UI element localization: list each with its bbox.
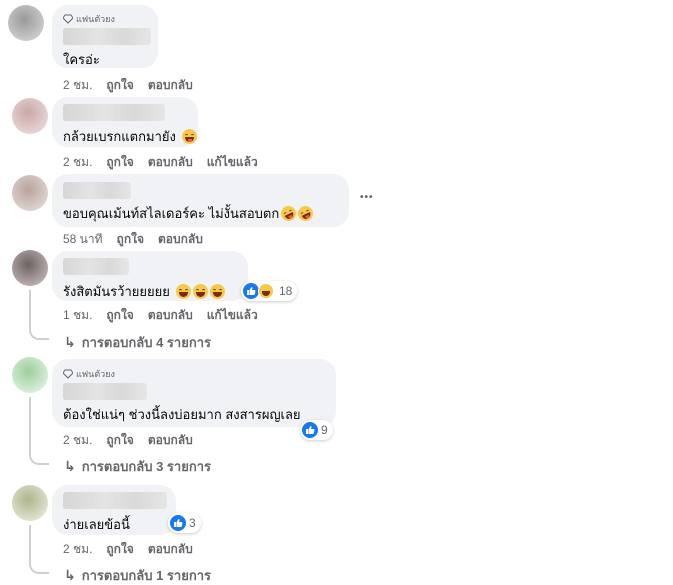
reply-button[interactable]: ตอบกลับ bbox=[148, 431, 193, 450]
thread-line bbox=[29, 290, 31, 326]
reply-button[interactable]: ตอบกลับ bbox=[148, 540, 193, 559]
avatar[interactable] bbox=[12, 357, 48, 393]
author-name[interactable] bbox=[63, 258, 129, 275]
author-name[interactable] bbox=[63, 182, 131, 199]
comment-actions: 1 ชม. ถูกใจ ตอบกลับ แก้ไขแล้ว bbox=[63, 306, 258, 325]
like-reaction-icon bbox=[170, 515, 186, 531]
reaction-summary[interactable]: 3 bbox=[168, 513, 201, 533]
comment-actions: 2 ชม. ถูกใจ ตอบกลับ bbox=[63, 76, 193, 95]
timestamp[interactable]: 2 ชม. bbox=[63, 540, 92, 559]
like-button[interactable]: ถูกใจ bbox=[117, 230, 144, 249]
replies-label: การตอบกลับ 1 รายการ bbox=[81, 568, 211, 583]
thread-connector bbox=[29, 560, 49, 574]
comment-text: ง่ายเลยข้อนี้ bbox=[63, 517, 130, 532]
reply-arrow-icon: ↳ bbox=[64, 567, 76, 583]
reply-arrow-icon: ↳ bbox=[64, 334, 76, 350]
edited-label[interactable]: แก้ไขแล้ว bbox=[207, 306, 258, 325]
comment-actions: 2 ชม. ถูกใจ ตอบกลับ bbox=[63, 431, 193, 450]
comment-actions: 58 นาที ถูกใจ ตอบกลับ bbox=[63, 230, 203, 249]
avatar[interactable] bbox=[12, 98, 48, 134]
timestamp[interactable]: 1 ชม. bbox=[63, 306, 92, 325]
grin-emoji-icon bbox=[175, 284, 191, 299]
thread-line bbox=[29, 525, 31, 560]
timestamp[interactable]: 2 ชม. bbox=[63, 153, 92, 172]
rofl-emoji-icon bbox=[278, 203, 299, 224]
comment-actions: 2 ชม. ถูกใจ ตอบกลับ bbox=[63, 540, 193, 559]
like-button[interactable]: ถูกใจ bbox=[106, 540, 133, 559]
reaction-summary[interactable]: 18 bbox=[241, 281, 298, 301]
grin-emoji-icon bbox=[209, 284, 225, 299]
like-reaction-icon bbox=[243, 283, 259, 299]
reaction-count: 9 bbox=[321, 423, 328, 437]
edited-label[interactable]: แก้ไขแล้ว bbox=[207, 153, 258, 172]
comment-actions: 2 ชม. ถูกใจ ตอบกลับ แก้ไขแล้ว bbox=[63, 153, 258, 172]
rofl-emoji-icon bbox=[295, 203, 316, 224]
comment-text: รังสิตมันรว้ายยยยย bbox=[63, 281, 225, 302]
avatar[interactable] bbox=[12, 250, 48, 286]
replies-label: การตอบกลับ 4 รายการ bbox=[81, 335, 211, 350]
like-button[interactable]: ถูกใจ bbox=[106, 306, 133, 325]
comment-text: ใครอ่ะ bbox=[63, 52, 100, 67]
reply-button[interactable]: ตอบกลับ bbox=[148, 306, 193, 325]
view-replies-button[interactable]: ↳ การตอบกลับ 4 รายการ bbox=[64, 332, 211, 353]
fan-badge: แฟนตัวยง bbox=[63, 12, 115, 26]
reaction-summary[interactable]: 9 bbox=[300, 420, 333, 440]
more-options-button[interactable]: ••• bbox=[360, 192, 374, 203]
timestamp[interactable]: 2 ชม. bbox=[63, 431, 92, 450]
author-name[interactable] bbox=[63, 492, 167, 509]
like-button[interactable]: ถูกใจ bbox=[106, 76, 133, 95]
reply-button[interactable]: ตอบกลับ bbox=[148, 76, 193, 95]
view-replies-button[interactable]: ↳ การตอบกลับ 3 รายการ bbox=[64, 456, 211, 477]
author-name[interactable] bbox=[63, 383, 147, 400]
comment-text: ขอบคุณเม้นท์สไลเดอร์คะ ไม่งั้นสอบตก bbox=[63, 203, 316, 224]
like-button[interactable]: ถูกใจ bbox=[106, 153, 133, 172]
reaction-count: 18 bbox=[279, 284, 293, 298]
reply-button[interactable]: ตอบกลับ bbox=[148, 153, 193, 172]
avatar[interactable] bbox=[8, 5, 44, 41]
diamond-icon bbox=[63, 14, 73, 24]
avatar[interactable] bbox=[12, 175, 48, 211]
fan-badge: แฟนตัวยง bbox=[63, 367, 115, 381]
timestamp[interactable]: 58 นาที bbox=[63, 230, 103, 249]
like-reaction-icon bbox=[302, 422, 318, 438]
reaction-count: 3 bbox=[189, 516, 196, 530]
like-button[interactable]: ถูกใจ bbox=[106, 431, 133, 450]
thread-connector bbox=[29, 451, 49, 465]
author-name[interactable] bbox=[63, 104, 165, 121]
thread-connector bbox=[29, 326, 49, 340]
diamond-icon bbox=[63, 369, 73, 379]
reply-arrow-icon: ↳ bbox=[64, 458, 76, 474]
reply-button[interactable]: ตอบกลับ bbox=[158, 230, 203, 249]
timestamp[interactable]: 2 ชม. bbox=[63, 76, 92, 95]
comment-text: กล้วยเบรกแตกมายัง bbox=[63, 126, 197, 147]
badge-label: แฟนตัวยง bbox=[76, 14, 115, 24]
haha-reaction-icon bbox=[258, 283, 274, 299]
tongue-emoji-icon bbox=[181, 129, 197, 144]
replies-label: การตอบกลับ 3 รายการ bbox=[81, 459, 211, 474]
view-replies-button[interactable]: ↳ การตอบกลับ 1 รายการ bbox=[64, 565, 211, 585]
avatar[interactable] bbox=[12, 485, 48, 521]
comment-text: ต้องใช่แน่ๆ ช่วงนี้ลงบ่อยมาก สงสารผญเลย bbox=[63, 407, 301, 422]
thread-line bbox=[29, 397, 31, 451]
badge-label: แฟนตัวยง bbox=[76, 369, 115, 379]
grin-emoji-icon bbox=[192, 284, 208, 299]
author-name[interactable] bbox=[63, 28, 151, 45]
